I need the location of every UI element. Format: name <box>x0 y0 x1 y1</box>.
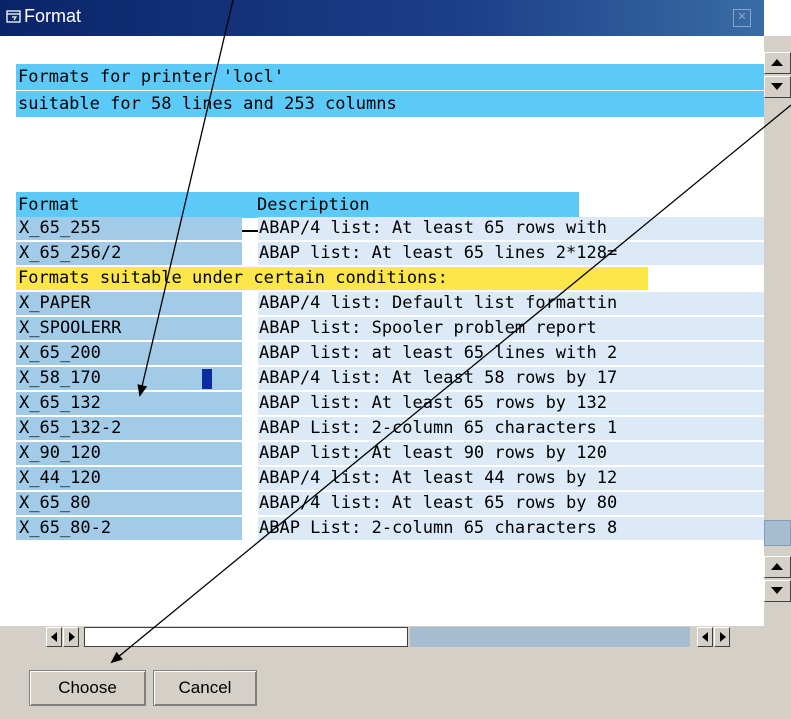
table-row[interactable]: X_90_120 ABAP list: At least 90 rows by … <box>16 442 764 467</box>
scroll-down-button[interactable] <box>764 580 791 602</box>
scroll-page-down-button[interactable] <box>764 76 791 98</box>
table-row[interactable]: X_44_120 ABAP/4 list: At least 44 rows b… <box>16 467 764 492</box>
section-header: Formats suitable under certain condition… <box>16 267 764 292</box>
text-cursor <box>202 369 212 389</box>
description-cell: ABAP list: At least 90 rows by 120 <box>259 443 607 463</box>
format-cell: X_44_120 <box>19 468 101 488</box>
format-cell: X_65_256/2 <box>19 243 122 263</box>
window-icon <box>6 10 21 23</box>
table-row[interactable]: X_PAPER ABAP/4 list: Default list format… <box>16 292 764 317</box>
description-cell: ABAP/4 list: At least 65 rows by 80 <box>259 493 618 513</box>
scroll-up-button[interactable] <box>764 556 791 578</box>
arrow-down-icon <box>771 83 783 90</box>
description-cell: ABAP list: at least 65 lines with 2 <box>259 343 618 363</box>
capacity-header: suitable for 58 lines and 253 columns <box>18 94 397 114</box>
scroll-left-button[interactable] <box>46 627 62 647</box>
horizontal-scroll-field[interactable] <box>84 627 408 647</box>
format-cell: X_65_200 <box>19 343 101 363</box>
column-header-format[interactable]: Format <box>16 192 242 218</box>
choose-button[interactable]: Choose <box>29 670 146 706</box>
table-row[interactable]: X_65_132 ABAP list: At least 65 rows by … <box>16 392 764 417</box>
format-cell: X_SPOOLERR <box>19 318 122 338</box>
close-icon[interactable]: ✕ <box>733 9 751 27</box>
table-row[interactable]: X_65_132-2 ABAP List: 2-column 65 charac… <box>16 417 764 442</box>
scroll-right-button-2[interactable] <box>714 627 730 647</box>
vertical-scroll-thumb[interactable] <box>764 520 791 546</box>
description-cell: ABAP list: At least 65 rows by 132 <box>259 393 607 413</box>
arrow-left-icon <box>51 632 57 642</box>
format-cell: X_PAPER <box>19 293 91 313</box>
arrow-right-icon <box>69 632 75 642</box>
format-dialog: Format ✕ Formats for printer 'locl' suit… <box>0 0 791 719</box>
description-cell: ABAP/4 list: At least 58 rows by 17 <box>259 368 618 388</box>
table-row[interactable]: X_65_80-2 ABAP List: 2-column 65 charact… <box>16 517 764 542</box>
window-title: Format <box>24 6 82 26</box>
title-bar[interactable]: Format ✕ <box>0 0 773 36</box>
horizontal-scroll-track[interactable] <box>410 627 690 647</box>
table-row[interactable]: X_65_200 ABAP list: at least 65 lines wi… <box>16 342 764 367</box>
format-cell: X_65_80 <box>19 493 91 513</box>
description-cell: ABAP List: 2-column 65 characters 8 <box>259 518 618 538</box>
table-row[interactable]: X_65_80 ABAP/4 list: At least 65 rows by… <box>16 492 764 517</box>
table-row[interactable]: X_65_255 ABAP/4 list: At least 65 rows w… <box>16 217 764 242</box>
table-row-selected[interactable]: X_58_170 ABAP/4 list: At least 58 rows b… <box>16 367 764 392</box>
description-cell: ABAP/4 list: At least 44 rows by 12 <box>259 468 618 488</box>
arrow-up-icon <box>771 563 783 570</box>
scroll-left-button-2[interactable] <box>697 627 713 647</box>
format-cell: X_65_255 <box>19 218 101 238</box>
arrow-right-icon <box>720 632 726 642</box>
description-cell: ABAP list: Spooler problem report <box>259 318 597 338</box>
table-row[interactable]: X_65_256/2 ABAP list: At least 65 lines … <box>16 242 764 267</box>
column-header-description[interactable]: Description <box>242 192 579 218</box>
format-cell: X_58_170 <box>19 368 101 388</box>
printer-header: Formats for printer 'locl' <box>18 67 285 87</box>
table-row[interactable]: X_SPOOLERR ABAP list: Spooler problem re… <box>16 317 764 342</box>
scroll-page-up-button[interactable] <box>764 52 791 74</box>
description-cell: ABAP/4 list: Default list formattin <box>259 293 618 313</box>
format-cell: X_90_120 <box>19 443 101 463</box>
cancel-button[interactable]: Cancel <box>153 670 257 706</box>
format-cell: X_65_80-2 <box>19 518 112 538</box>
arrow-up-icon <box>771 59 783 66</box>
description-cell: ABAP List: 2-column 65 characters 1 <box>259 418 618 438</box>
arrow-down-icon <box>771 587 783 594</box>
description-cell: ABAP/4 list: At least 65 rows with <box>259 218 607 238</box>
section-label: Formats suitable under certain condition… <box>18 268 448 288</box>
format-cell: X_65_132-2 <box>19 418 122 438</box>
format-list: Formats for printer 'locl' suitable for … <box>0 36 764 626</box>
description-cell: ABAP list: At least 65 lines 2*128= <box>259 243 618 263</box>
scroll-right-button[interactable] <box>63 627 79 647</box>
format-cell: X_65_132 <box>19 393 101 413</box>
arrow-left-icon <box>702 632 708 642</box>
title-bar-corner <box>764 0 791 36</box>
